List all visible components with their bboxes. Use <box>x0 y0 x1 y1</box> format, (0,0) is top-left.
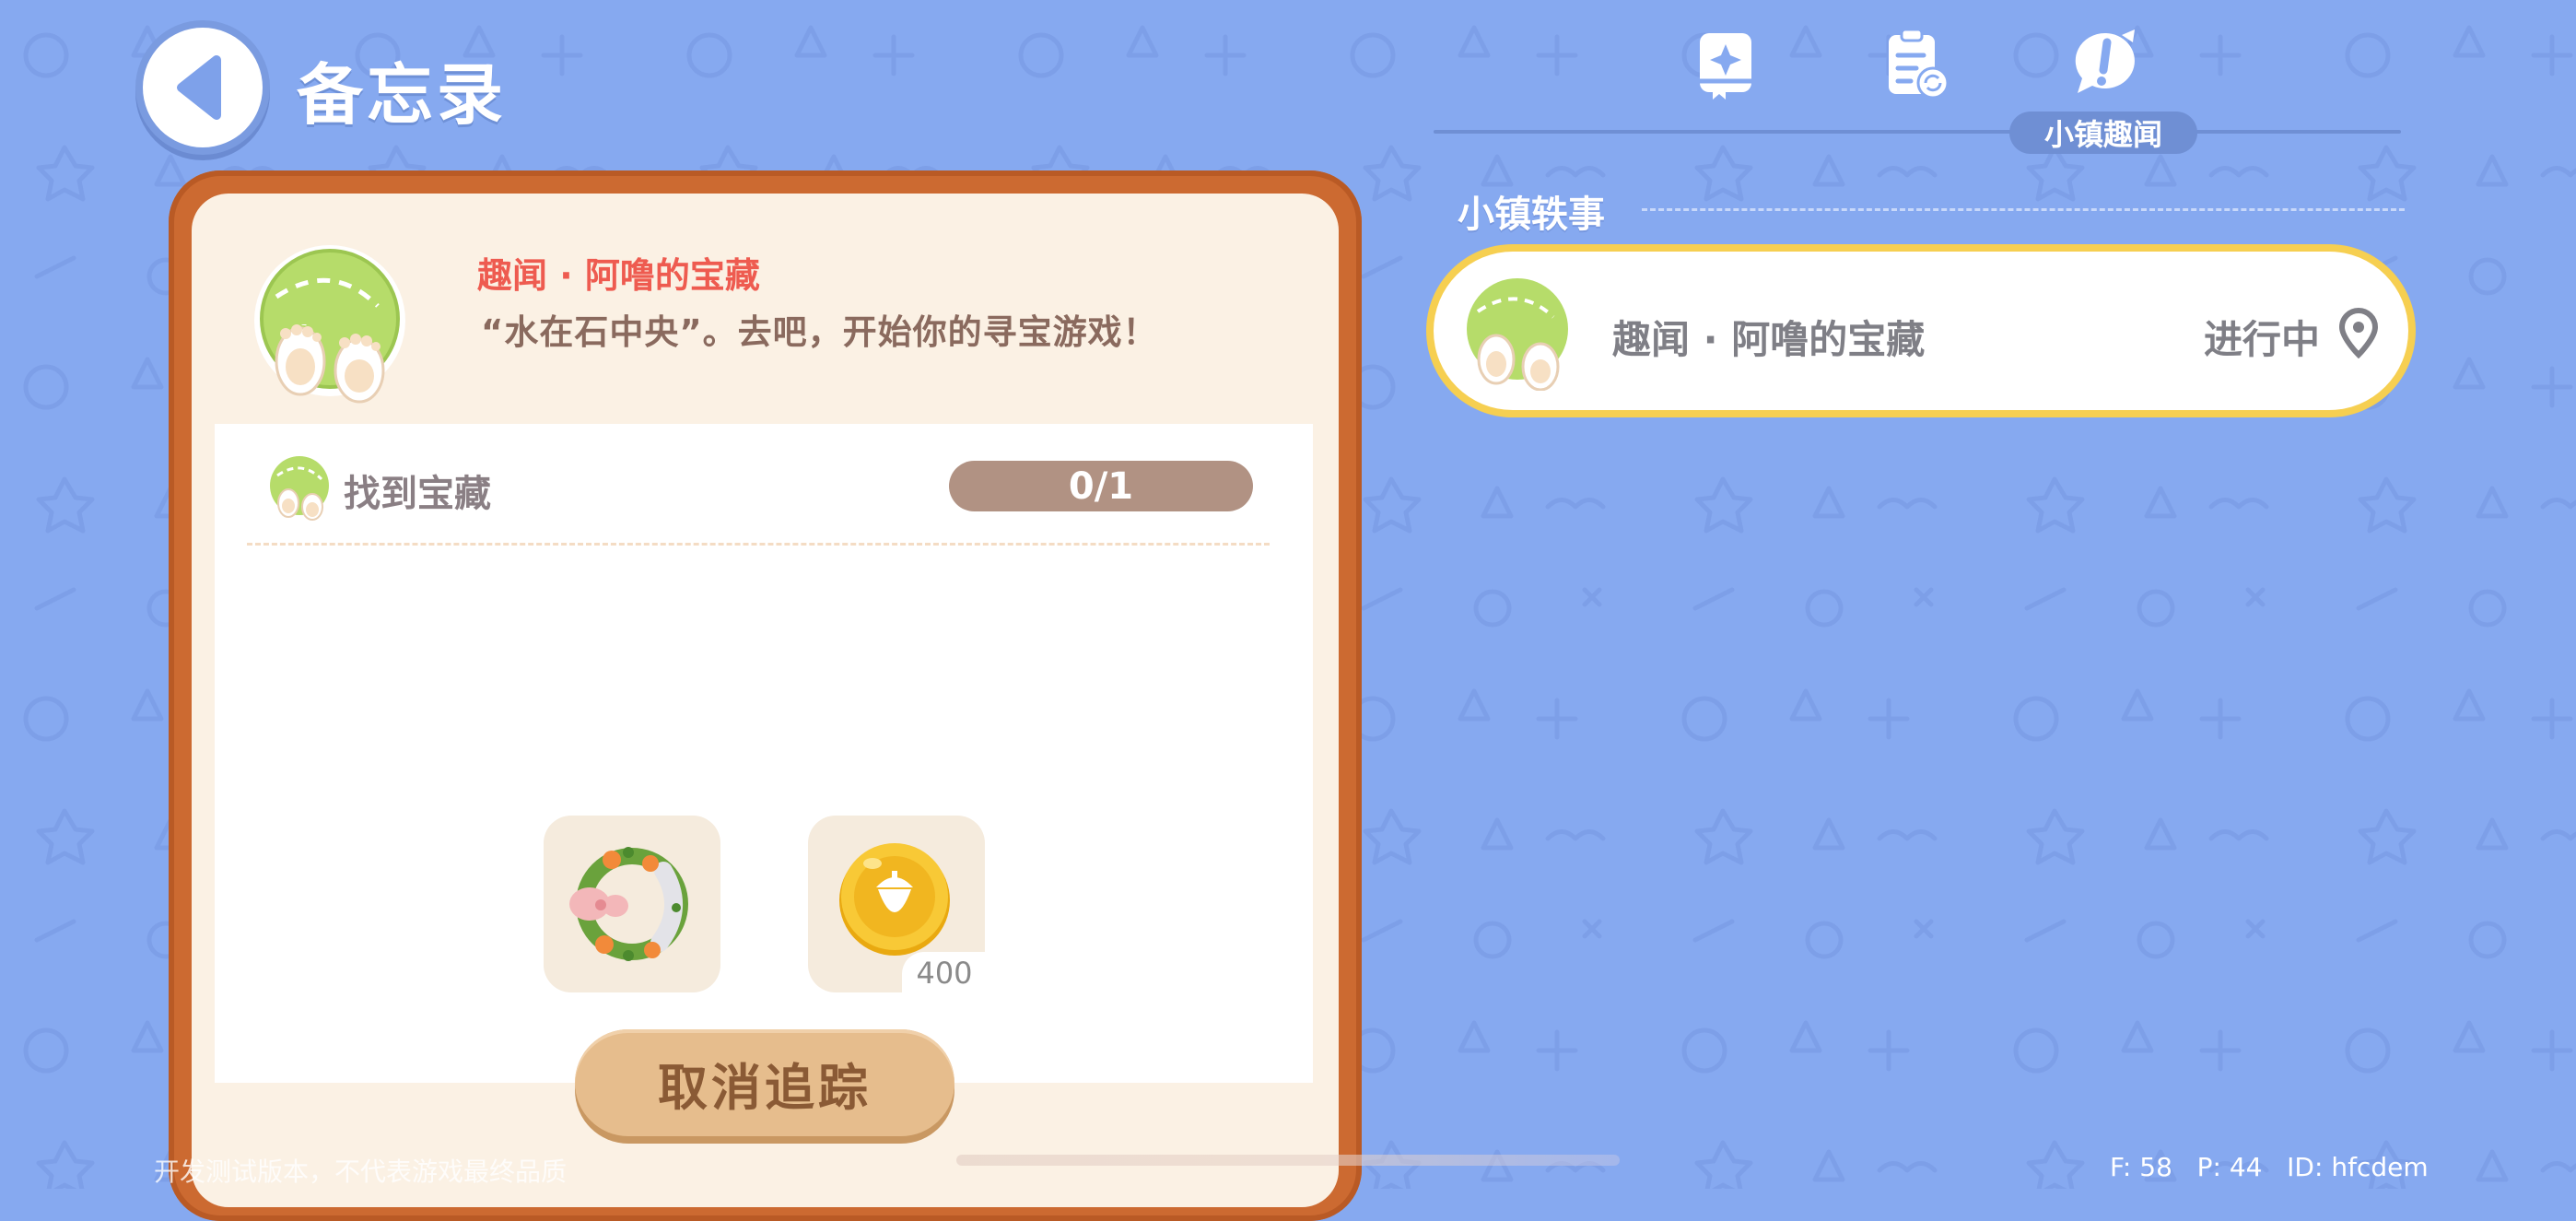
tab-town-tales[interactable] <box>2068 28 2142 101</box>
paw-globe-icon <box>1460 274 1575 391</box>
build-disclaimer: 开发测试版本，不代表游戏最终品质 <box>154 1156 568 1187</box>
reward-item-acorn-coin[interactable]: 400 <box>808 816 987 994</box>
wreath-icon <box>569 847 688 961</box>
goal-divider <box>247 543 1270 546</box>
ping-readout: P: 44 <box>2196 1152 2263 1182</box>
back-button[interactable] <box>143 28 263 147</box>
quest-list-item-status: 进行中 <box>2204 317 2321 362</box>
quest-list-item-name: 趣闻 · 阿噜的宝藏 <box>1612 317 1926 362</box>
cancel-tracking-button[interactable]: 取消追踪 <box>575 1029 954 1136</box>
active-tab-label: 小镇趣闻 <box>2009 112 2197 154</box>
reward-item-wreath[interactable] <box>544 816 720 992</box>
quest-goal-panel <box>215 424 1313 1083</box>
section-title: 小镇轶事 <box>1458 194 1605 236</box>
tab-journal[interactable] <box>1691 28 1764 101</box>
debug-stats: F: 58 P: 44 ID: hfcdem <box>2110 1152 2429 1182</box>
goal-progress: 0/1 <box>949 461 1253 511</box>
page-title: 备忘录 <box>297 56 508 134</box>
home-indicator-bar <box>956 1155 1620 1166</box>
tab-divider <box>1434 130 2401 134</box>
quest-tag: 趣闻 · 阿噜的宝藏 <box>477 255 760 296</box>
clipboard-refresh-icon <box>1889 28 1950 100</box>
sparkle-book-icon <box>1700 33 1751 100</box>
location-pin-icon[interactable] <box>2338 307 2379 358</box>
session-id: ID: hfcdem <box>2287 1152 2429 1182</box>
exclamation-bubble-icon <box>2075 29 2135 94</box>
goal-label: 找到宝藏 <box>344 473 491 515</box>
paw-globe-icon <box>266 453 333 521</box>
fps-readout: F: 58 <box>2110 1152 2172 1182</box>
back-arrow-icon <box>177 55 221 120</box>
quest-description: “水在石中央”。去吧，开始你的寻宝游戏！ <box>481 312 1158 352</box>
tab-task-refresh[interactable] <box>1879 28 1953 101</box>
reward-count: 400 <box>902 952 987 994</box>
section-divider <box>1642 208 2405 211</box>
paw-globe-icon <box>254 245 405 404</box>
